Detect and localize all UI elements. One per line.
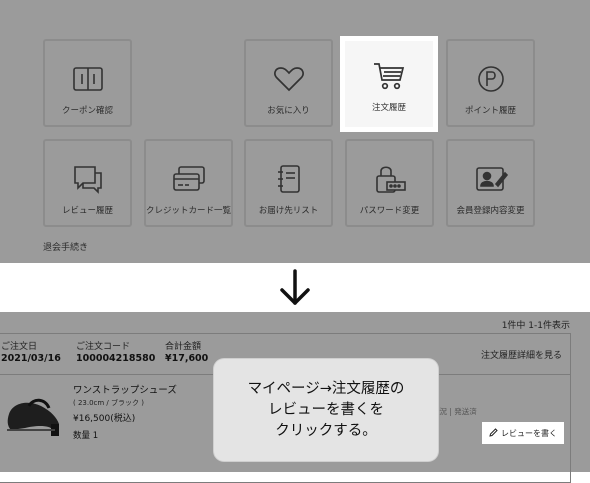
member-edit-icon [448,163,533,195]
order-date-value: 2021/03/16 [1,353,61,364]
instruction-callout: マイページ→注文履歴の レビューを書くを クリックする。 [214,359,438,461]
order-code-label: ご注文コード [76,342,131,352]
menu-tile-credit-cards[interactable]: クレジットカード一覧 [144,139,233,227]
menu-tile-label: パスワード変更 [359,206,420,216]
write-review-label: レビューを書く [501,428,557,438]
order-detail-link[interactable]: 注文履歴詳細を見る [481,348,562,361]
point-icon [448,63,533,95]
menu-tile-favorites[interactable]: お気に入り [244,39,333,127]
order-code-value: 100004218580 [76,353,156,364]
lock-icon [347,163,432,195]
callout-line-3: クリックする。 [275,422,377,439]
menu-tile-label: お届け先リスト [258,206,319,216]
cart-icon [345,60,433,92]
write-review-button[interactable]: レビューを書く [482,422,564,444]
product-price: ¥16,500(税込) [73,414,136,424]
product-name[interactable]: ワンストラップシューズ [73,382,177,396]
heart-icon [246,63,331,95]
product-variant: ( 23.0cm / ブラック ) [73,399,144,407]
credit-card-icon [146,163,231,195]
menu-tile-label: ポイント履歴 [464,106,516,116]
menu-tile-label: 注文履歴 [371,103,406,113]
withdraw-link[interactable]: 退会手続き [43,240,88,253]
menu-tile-order-history[interactable]: 注文履歴 [340,36,438,132]
pencil-icon [489,427,498,439]
address-book-icon [246,163,331,195]
menu-tile-label: お気に入り [267,106,310,116]
mypage-menu-panel: クーポン確認 お気に入り 注文履歴 ポイント履歴 レビュー履歴 クレジットカード… [0,0,590,263]
menu-tile-review-history[interactable]: レビュー履歴 [43,139,132,227]
order-total-label: 合計金額 [165,342,202,352]
menu-tile-label: クーポン確認 [61,106,113,116]
coupon-book-icon [45,63,130,95]
menu-tile-points[interactable]: ポイント履歴 [446,39,535,127]
menu-tile-label: 会員登録内容変更 [456,206,525,216]
order-total-value: ¥17,600 [165,353,209,364]
result-count: 1件中 1-1件表示 [501,321,570,331]
product-quantity: 数量 1 [73,431,99,441]
menu-tile-coupon[interactable]: クーポン確認 [43,39,132,127]
menu-tile-password[interactable]: パスワード変更 [345,139,434,227]
order-date-label: ご注文日 [1,342,38,352]
down-arrow-icon [277,268,313,308]
menu-tile-label: クレジットカード一覧 [146,206,232,216]
menu-tile-member-info[interactable]: 会員登録内容変更 [446,139,535,227]
callout-line-2: レビューを書くを [268,401,384,418]
review-chat-icon [45,163,130,195]
menu-tile-addresses[interactable]: お届け先リスト [244,139,333,227]
callout-line-1: マイページ→注文履歴の [247,380,405,397]
product-image [3,384,65,440]
menu-tile-label: レビュー履歴 [61,206,113,216]
